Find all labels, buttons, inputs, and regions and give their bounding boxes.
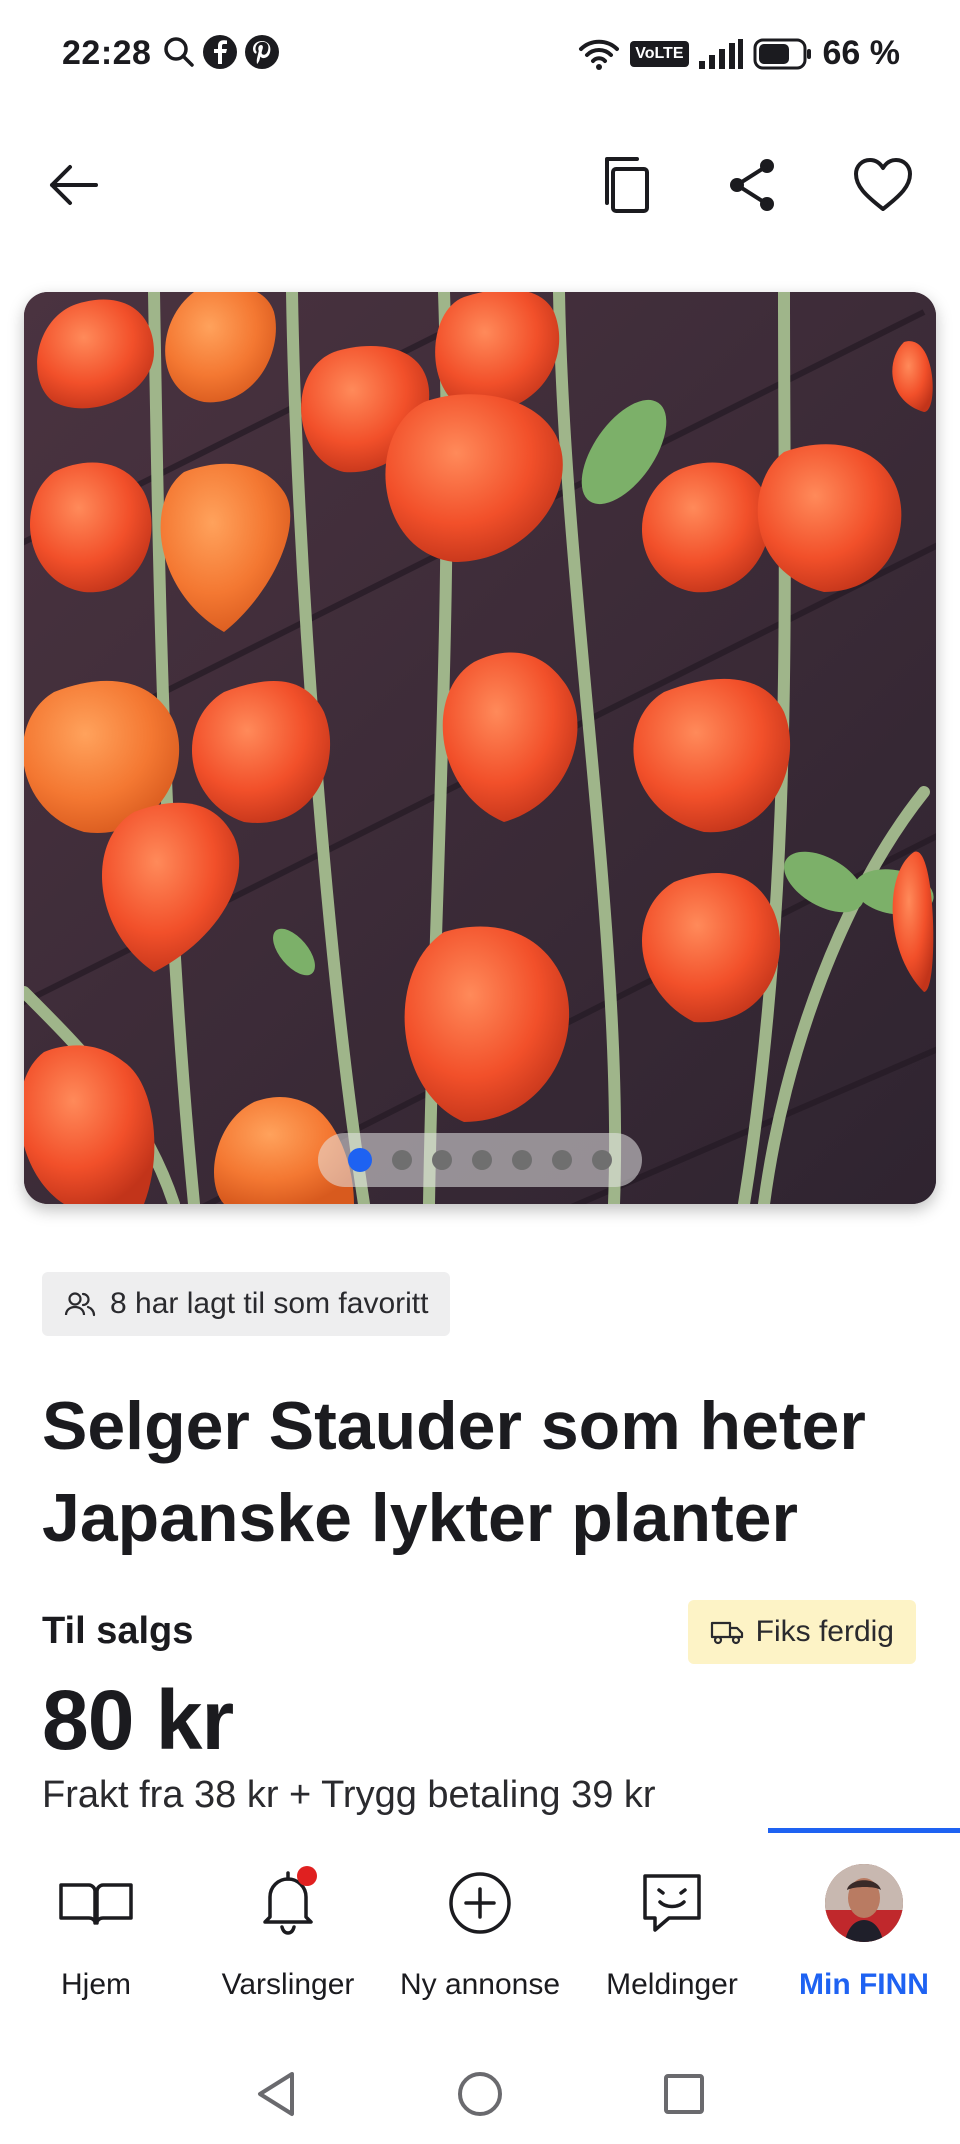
share-icon (730, 159, 774, 211)
fiks-ferdig-label: Fiks ferdig (755, 1615, 894, 1648)
tab-label: Ny annonse (399, 1968, 561, 2001)
back-button[interactable] (38, 150, 108, 220)
sale-type-label: Til salgs (42, 1610, 194, 1652)
top-navigation (0, 130, 960, 240)
copy-button[interactable] (592, 150, 662, 220)
listing-photo (24, 292, 936, 1204)
tab-meldinger[interactable]: Meldinger (576, 1858, 768, 2008)
carousel-dot[interactable] (552, 1150, 572, 1170)
favorites-badge: 8 har lagt til som favoritt (42, 1272, 451, 1336)
listing-title: Selger Stauder som heter Japanske lykter… (42, 1388, 866, 1556)
wifi-icon (579, 39, 620, 70)
system-navigation-bar (0, 2040, 960, 2144)
chat-icon (643, 1874, 701, 1932)
plus-circle-icon (449, 1872, 511, 1934)
bottom-tab-bar: Hjem Varslinger Ny annonse Meldinger Min… (0, 1828, 960, 2018)
listing-image-carousel[interactable] (24, 292, 936, 1204)
circle-home-icon (458, 2072, 502, 2116)
tab-label: Min FINN (799, 1968, 929, 2001)
active-tab-indicator (768, 1828, 960, 1833)
volte-badge: VoLTE (630, 40, 689, 67)
carousel-dot[interactable] (472, 1150, 492, 1170)
system-back-button[interactable] (248, 2066, 304, 2122)
system-home-button[interactable] (452, 2066, 508, 2122)
favorites-text: 8 har lagt til som favoritt (110, 1287, 429, 1320)
carousel-dot[interactable] (432, 1150, 452, 1170)
status-bar: 22:28 VoLTE 66 % (0, 0, 960, 110)
system-recents-button[interactable] (656, 2066, 712, 2122)
tab-label: Varslinger (221, 1968, 355, 2001)
tab-varslinger[interactable]: Varslinger (192, 1858, 384, 2008)
book-icon (59, 1883, 133, 1925)
copy-icon (605, 157, 649, 213)
delivery-truck-icon (710, 1621, 743, 1645)
tab-label: Meldinger (606, 1968, 738, 2001)
status-left-icons (162, 34, 280, 70)
status-right-icons: VoLTE 66 % (578, 34, 900, 73)
signal-icon (698, 38, 743, 69)
carousel-dot[interactable] (592, 1150, 612, 1170)
carousel-pagination (318, 1133, 642, 1187)
tab-min-finn[interactable]: Min FINN (768, 1858, 960, 2008)
tab-ny-annonse[interactable]: Ny annonse (384, 1858, 576, 2008)
listing-price: 80 kr (42, 1673, 234, 1767)
people-icon (64, 1292, 96, 1317)
avatar (825, 1864, 903, 1942)
square-recents-icon (664, 2074, 704, 2114)
fiks-ferdig-badge[interactable]: Fiks ferdig (687, 1600, 916, 1664)
tab-label: Hjem (60, 1968, 131, 2001)
battery-percent: 66 % (822, 34, 901, 72)
battery-icon (753, 38, 811, 69)
back-arrow-icon (50, 165, 98, 205)
carousel-dot[interactable] (512, 1150, 532, 1170)
notification-dot (297, 1866, 317, 1886)
shipping-info: Frakt fra 38 kr + Trygg betaling 39 kr (42, 1774, 656, 1816)
carousel-dot-active[interactable] (348, 1148, 372, 1172)
tab-hjem[interactable]: Hjem (0, 1858, 192, 2008)
share-button[interactable] (718, 150, 788, 220)
favorite-button[interactable] (848, 150, 918, 220)
status-time: 22:28 (62, 34, 152, 72)
triangle-back-icon (258, 2072, 294, 2116)
facebook-icon (203, 35, 237, 69)
heart-icon (854, 158, 912, 211)
search-icon (164, 37, 194, 67)
pinterest-icon (245, 35, 279, 69)
carousel-dot[interactable] (392, 1150, 412, 1170)
